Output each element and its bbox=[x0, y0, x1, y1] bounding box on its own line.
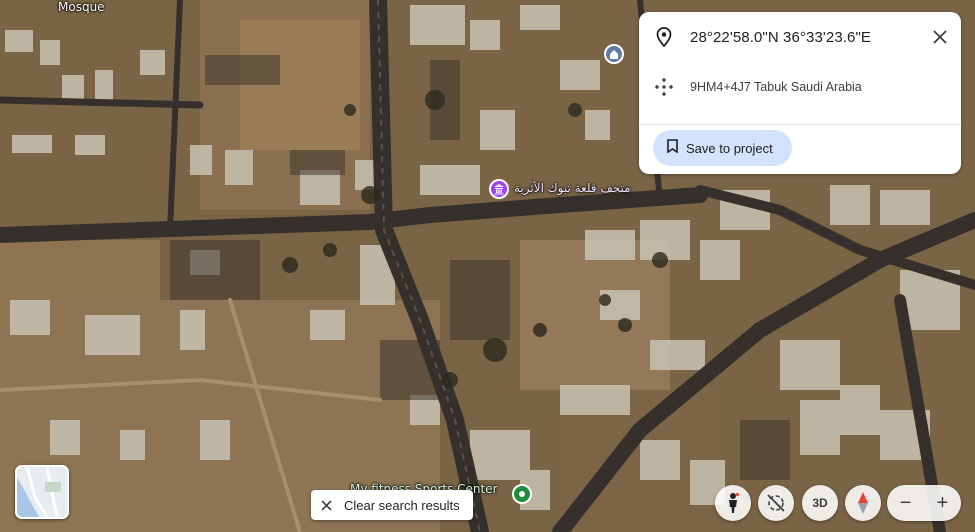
sports-center-pin-icon[interactable] bbox=[512, 484, 532, 504]
coordinates-text: 28°22'58.0"N 36°33'23.6"E bbox=[690, 28, 872, 46]
zoom-out-button[interactable]: − bbox=[887, 485, 924, 521]
close-icon[interactable] bbox=[929, 26, 951, 48]
plus-code-icon bbox=[653, 76, 675, 98]
close-icon bbox=[321, 499, 332, 511]
pegman-icon bbox=[726, 492, 740, 514]
zoom-out-icon: − bbox=[899, 491, 912, 514]
pegman-button[interactable] bbox=[715, 485, 751, 521]
museum-pin-icon[interactable] bbox=[489, 179, 509, 199]
3d-label: 3D bbox=[812, 496, 828, 510]
tilt-icon bbox=[765, 492, 787, 514]
museum-label[interactable]: متحف قلعة تبوك الأثرية bbox=[514, 181, 631, 195]
compass-button[interactable] bbox=[845, 485, 881, 521]
map-thumbnail-icon bbox=[17, 467, 67, 517]
mosque-label[interactable]: Mosque bbox=[58, 0, 105, 14]
map-layers-toggle[interactable] bbox=[15, 465, 69, 519]
zoom-in-icon: + bbox=[936, 491, 949, 514]
clear-search-results-label: Clear search results bbox=[344, 497, 460, 513]
zoom-controls: − + bbox=[887, 485, 961, 521]
clear-search-results-button[interactable]: Clear search results bbox=[311, 490, 473, 520]
card-divider bbox=[639, 124, 961, 125]
plus-code-text: 9HM4+4J7 Tabuk Saudi Arabia bbox=[690, 80, 862, 94]
zoom-in-button[interactable]: + bbox=[924, 485, 961, 521]
bookmark-icon bbox=[667, 138, 678, 158]
mosque-pin-icon[interactable] bbox=[604, 44, 624, 64]
save-to-project-button[interactable]: Save to project bbox=[653, 130, 792, 166]
save-to-project-label: Save to project bbox=[686, 140, 773, 156]
3d-toggle-button[interactable]: 3D bbox=[802, 485, 838, 521]
compass-icon bbox=[856, 491, 870, 515]
tilt-toggle-button[interactable] bbox=[758, 485, 794, 521]
location-info-card: 28°22'58.0"N 36°33'23.6"E 9HM4+4J7 Tabuk… bbox=[639, 12, 961, 174]
location-pin-icon bbox=[653, 26, 675, 48]
